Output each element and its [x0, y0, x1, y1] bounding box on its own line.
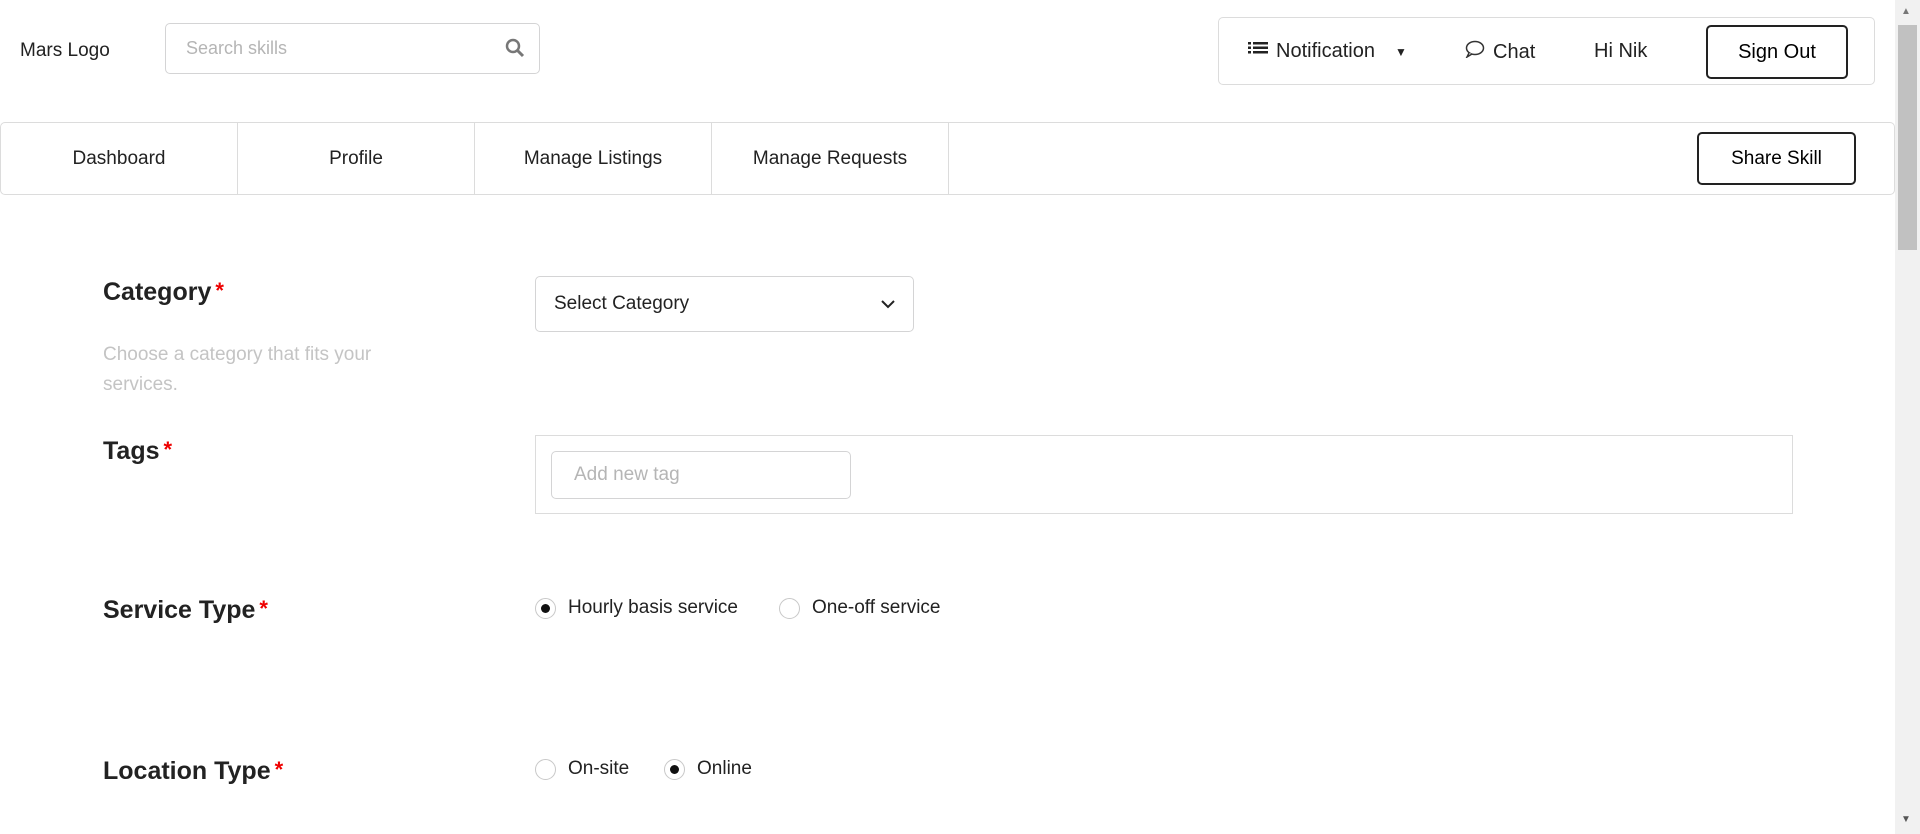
list-icon [1248, 40, 1268, 63]
category-help-text: Choose a category that fits your service… [103, 344, 372, 395]
main-nav: Dashboard Profile Manage Listings Manage… [0, 122, 1895, 195]
radio-button[interactable] [535, 597, 556, 619]
sign-out-button[interactable]: Sign Out [1706, 25, 1848, 79]
nav-manage-listings[interactable]: Manage Listings [475, 123, 712, 194]
search-box [165, 23, 540, 74]
radio-button[interactable] [664, 758, 685, 780]
radio-on-site[interactable]: On-site [535, 758, 629, 780]
caret-down-icon: ▼ [1394, 44, 1407, 59]
tags-container [535, 435, 1793, 514]
radio-online[interactable]: Online [664, 758, 752, 780]
service-type-label: Service Type * [103, 596, 268, 624]
search-icon[interactable] [505, 38, 525, 63]
category-select[interactable]: Select Category [535, 276, 914, 332]
chat-label: Chat [1493, 40, 1536, 63]
logo[interactable]: Mars Logo [20, 40, 110, 62]
nav-manage-requests[interactable]: Manage Requests [712, 123, 949, 194]
search-input[interactable] [166, 24, 476, 73]
share-skill-button[interactable]: Share Skill [1697, 132, 1856, 185]
nav-profile[interactable]: Profile [238, 123, 475, 194]
radio-one-off[interactable]: One-off service [779, 597, 940, 619]
radio-button[interactable] [779, 597, 800, 619]
chat-icon [1465, 40, 1485, 64]
scroll-down-icon[interactable]: ▼ [1901, 814, 1911, 825]
notification-dropdown[interactable]: Notification ▼ [1248, 40, 1407, 63]
radio-hourly[interactable]: Hourly basis service [535, 597, 738, 619]
user-menu: Notification ▼ Chat Hi Nik Sign Out [1218, 17, 1875, 85]
tag-input[interactable] [551, 451, 851, 499]
radio-button[interactable] [535, 758, 556, 780]
tags-label: Tags * [103, 437, 173, 465]
greeting: Hi Nik [1594, 40, 1648, 62]
scrollbar-thumb[interactable] [1898, 25, 1917, 250]
scroll-up-icon[interactable]: ▲ [1901, 6, 1911, 17]
nav-dashboard[interactable]: Dashboard [1, 123, 238, 194]
chat-link[interactable]: Chat [1465, 40, 1535, 64]
category-label: Category * [103, 278, 224, 306]
chevron-down-icon [881, 293, 895, 315]
notification-label: Notification [1276, 40, 1375, 62]
location-type-label: Location Type * [103, 757, 284, 785]
